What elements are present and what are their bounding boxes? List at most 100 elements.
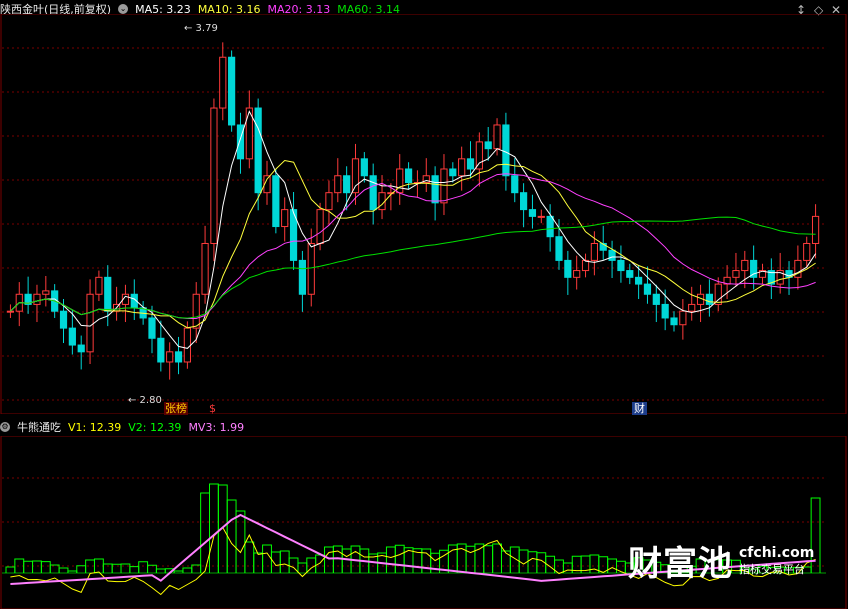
indicator-header: ⚙ 牛熊通吃 V1: 12.39 V2: 12.39 MV3: 1.99 bbox=[0, 418, 251, 436]
watermark-logo: 财富池 cfchi.com 指标交易平台 bbox=[628, 536, 814, 585]
candle-down bbox=[298, 259, 306, 295]
candle-up bbox=[210, 107, 218, 244]
candle-down bbox=[174, 351, 183, 363]
candle-down bbox=[466, 158, 475, 170]
candle-up bbox=[440, 168, 448, 204]
indicator-bar bbox=[155, 568, 166, 573]
settings-icon[interactable]: ⚙ bbox=[0, 422, 10, 432]
indicator-bar bbox=[253, 552, 264, 573]
candle-down bbox=[148, 317, 156, 339]
candle-up bbox=[679, 310, 687, 326]
tag-dollar[interactable]: $ bbox=[209, 402, 216, 415]
indicator-bar bbox=[492, 543, 502, 573]
candle-up bbox=[281, 209, 289, 228]
candle-down bbox=[157, 337, 165, 363]
tag-cai[interactable]: 财 bbox=[632, 402, 647, 415]
candle-down bbox=[272, 175, 280, 228]
candle-down bbox=[104, 276, 112, 312]
candle-down bbox=[77, 344, 85, 353]
candle-down bbox=[360, 158, 368, 177]
candle-up bbox=[590, 242, 598, 261]
candle-up bbox=[732, 270, 740, 278]
indicator-bar bbox=[200, 492, 210, 573]
candle-down bbox=[431, 175, 439, 204]
indicator-bar bbox=[138, 561, 149, 573]
indicator-bar bbox=[120, 563, 131, 573]
indicator-bar bbox=[324, 546, 334, 573]
indicator-bar bbox=[209, 483, 219, 573]
indicator-bar bbox=[465, 545, 476, 573]
candle-up bbox=[95, 276, 103, 295]
indicator-bar bbox=[474, 543, 485, 573]
indicator-bar bbox=[500, 550, 511, 573]
dropdown-icon[interactable]: ⌄ bbox=[118, 4, 129, 14]
candle-up bbox=[811, 215, 820, 244]
candle-up bbox=[493, 124, 501, 150]
candle-down bbox=[68, 327, 76, 346]
candle-down bbox=[670, 317, 678, 326]
indicator-bar bbox=[315, 554, 326, 573]
candle-down bbox=[404, 168, 413, 184]
candle-down bbox=[643, 283, 652, 295]
indicator-bar bbox=[262, 544, 272, 573]
candle-down bbox=[564, 259, 572, 278]
indicator-bar bbox=[279, 550, 290, 573]
candle-down bbox=[617, 259, 625, 272]
candle-down bbox=[343, 175, 351, 194]
candle-up bbox=[688, 303, 696, 312]
candle-up bbox=[201, 242, 209, 295]
candle-up bbox=[581, 259, 590, 272]
candle-up bbox=[351, 158, 360, 194]
candle-up bbox=[42, 290, 50, 295]
brand-url: cfchi.com bbox=[739, 544, 815, 561]
candle-down bbox=[705, 293, 713, 305]
candle-down bbox=[528, 209, 537, 217]
candle-down bbox=[369, 175, 377, 211]
indicator-bar bbox=[244, 541, 255, 573]
indicator-bar bbox=[102, 563, 113, 573]
candle-up bbox=[741, 259, 749, 272]
indicator-bar bbox=[5, 566, 16, 573]
indicator-bar bbox=[527, 551, 538, 573]
candle-down bbox=[502, 124, 510, 177]
indicator-bar bbox=[235, 510, 246, 573]
indicator-bar bbox=[341, 548, 352, 573]
candle-down bbox=[449, 168, 457, 177]
candle-up bbox=[219, 56, 227, 109]
candle-down bbox=[635, 276, 643, 285]
indicator-bar bbox=[385, 546, 396, 573]
candle-up bbox=[307, 242, 315, 295]
candle-up bbox=[6, 310, 15, 313]
candle-down bbox=[652, 293, 660, 305]
candle-up bbox=[803, 242, 811, 261]
candle-down bbox=[59, 310, 68, 329]
candle-up bbox=[334, 175, 342, 194]
tag-zhangbang[interactable]: 张榜 bbox=[164, 402, 188, 415]
candle-down bbox=[520, 192, 528, 211]
candle-down bbox=[484, 141, 492, 150]
candle-up bbox=[458, 158, 466, 177]
v2-legend: V2: 12.39 bbox=[128, 420, 182, 434]
high-price-label: ← 3.79 bbox=[184, 23, 218, 34]
indicator-bar bbox=[270, 551, 281, 573]
indicator-bar bbox=[40, 561, 51, 573]
indicator-bar bbox=[129, 566, 140, 573]
candle-up bbox=[573, 270, 581, 278]
candle-down bbox=[608, 249, 616, 261]
candle-up bbox=[316, 209, 324, 244]
brand-sub: 指标交易平台 bbox=[739, 562, 805, 576]
candle-up bbox=[86, 293, 94, 353]
indicator-bar bbox=[23, 560, 34, 573]
indicator-bar bbox=[182, 567, 193, 573]
candle-up bbox=[33, 293, 41, 305]
indicator-bar bbox=[226, 499, 237, 573]
indicator-bar bbox=[483, 545, 494, 573]
candle-down bbox=[236, 124, 245, 160]
candle-down bbox=[511, 175, 519, 194]
mv3-legend: MV3: 1.99 bbox=[188, 420, 245, 434]
indicator-name[interactable]: 牛熊通吃 bbox=[17, 419, 61, 435]
candle-up bbox=[325, 192, 333, 211]
candle-down bbox=[555, 236, 563, 261]
candlestick-chart[interactable]: ← 3.79 ← 2.80 bbox=[0, 14, 848, 414]
candle-down bbox=[626, 270, 634, 278]
